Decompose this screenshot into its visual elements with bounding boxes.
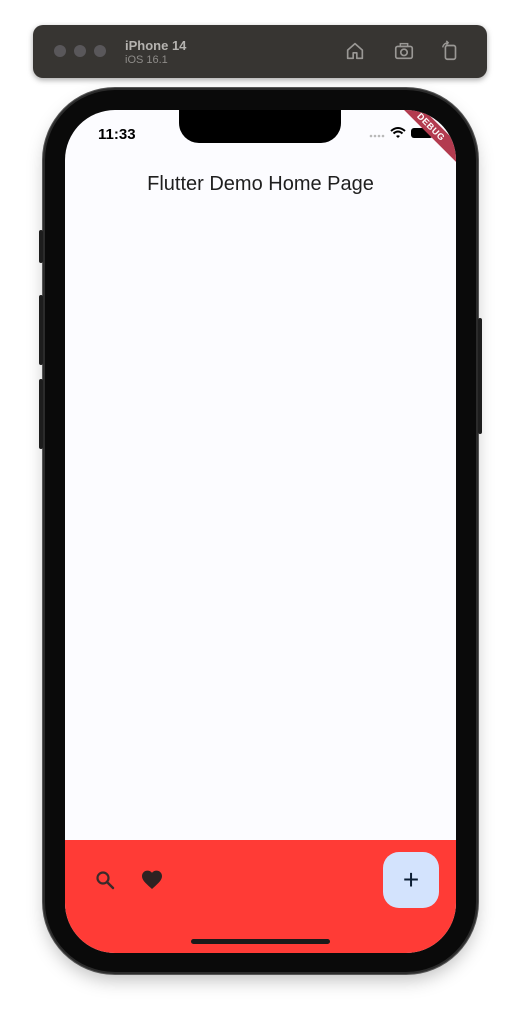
device-name: iPhone 14: [125, 38, 187, 53]
silent-switch: [39, 230, 43, 263]
signal-icon: [369, 134, 385, 138]
status-time: 11:33: [98, 126, 136, 143]
window-minimize-button[interactable]: [74, 45, 86, 57]
volume-down-button: [39, 379, 43, 449]
window-close-button[interactable]: [54, 45, 66, 57]
app-screen: 11:33 DEBUG Flutter Demo Home Page +: [65, 110, 456, 953]
rotate-icon[interactable]: [439, 40, 461, 62]
simulator-toolbar: iPhone 14 iOS 16.1: [33, 25, 487, 78]
notch: [179, 110, 341, 143]
window-zoom-button[interactable]: [94, 45, 106, 57]
os-version: iOS 16.1: [125, 54, 168, 66]
search-icon[interactable]: [93, 868, 117, 892]
volume-up-button: [39, 295, 43, 365]
home-icon[interactable]: [344, 40, 366, 62]
home-indicator: [191, 939, 330, 944]
heart-icon[interactable]: [140, 868, 164, 892]
app-bar-title: Flutter Demo Home Page: [147, 173, 374, 195]
screenshot-icon[interactable]: [393, 40, 415, 62]
add-fab-button[interactable]: +: [383, 852, 439, 908]
iphone-frame: 11:33 DEBUG Flutter Demo Home Page +: [39, 90, 482, 972]
bottom-app-bar: +: [65, 840, 456, 953]
power-button: [478, 318, 482, 434]
add-icon: +: [402, 864, 420, 895]
wifi-icon: [390, 127, 406, 138]
debug-banner: DEBUG: [387, 110, 456, 171]
